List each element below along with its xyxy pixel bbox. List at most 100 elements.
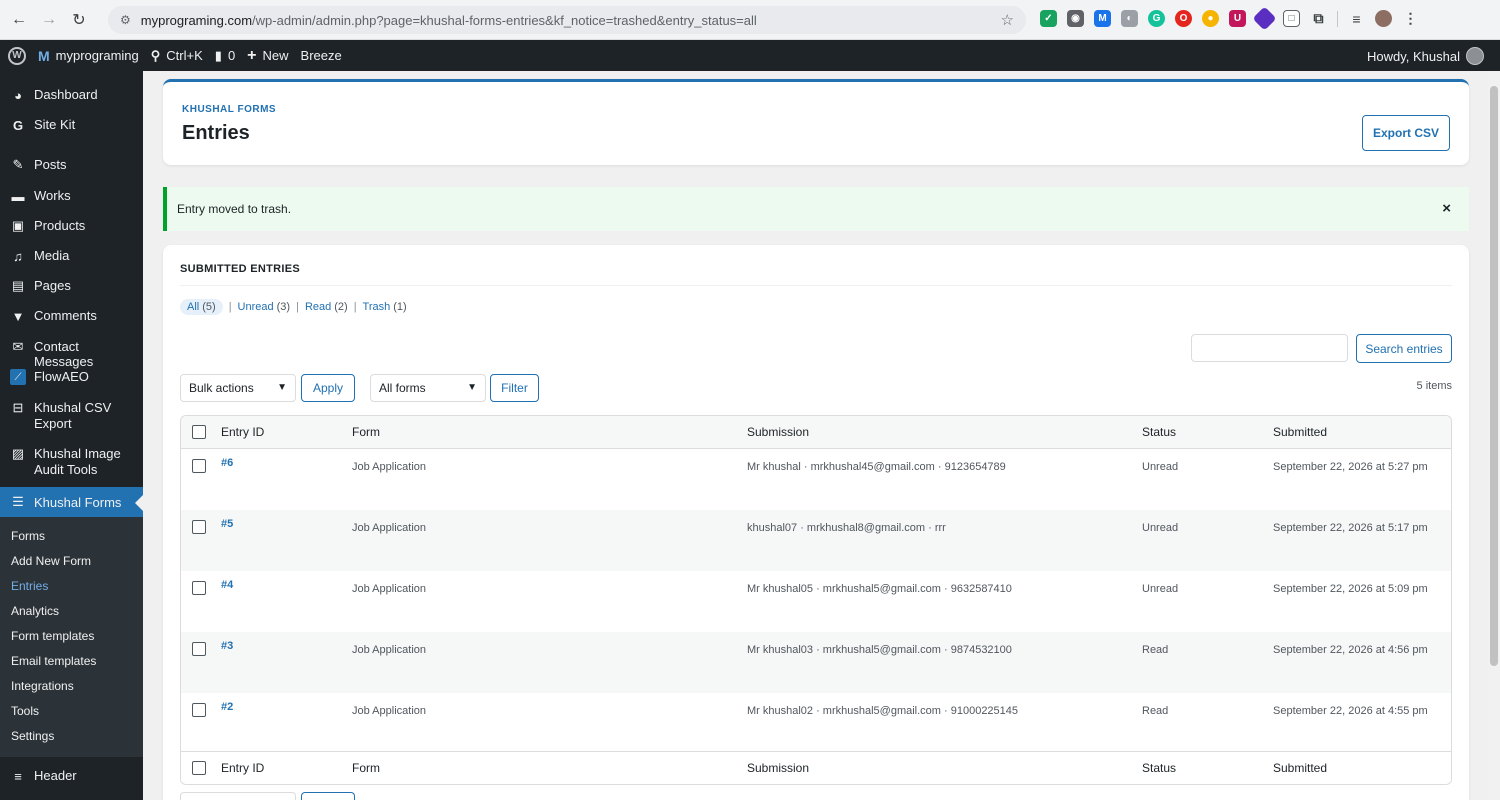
filter-all[interactable]: All (5) <box>180 299 223 315</box>
row-checkbox[interactable] <box>192 459 206 473</box>
close-icon[interactable]: × <box>1442 200 1451 217</box>
comments-link[interactable]: ▮ 0 <box>215 48 235 64</box>
filter-trash[interactable]: Trash (1) <box>363 301 407 313</box>
user-account-menu[interactable]: Howdy, Khushal <box>1367 47 1484 65</box>
sidebar-item-pages[interactable]: ▤ Pages <box>0 278 143 294</box>
submenu-analytics[interactable]: Analytics <box>0 604 59 618</box>
submenu-email-templates[interactable]: Email templates <box>0 654 96 668</box>
sidebar-item-contact-messages[interactable]: ✉ Contact Messages <box>0 339 143 369</box>
entry-id-link[interactable]: #5 <box>221 518 233 530</box>
filter-unread[interactable]: Unread (3) <box>238 301 291 313</box>
column-entry-id[interactable]: Entry ID <box>221 425 264 439</box>
column-submitted[interactable]: Submitted <box>1273 425 1327 439</box>
submenu-add-new-form[interactable]: Add New Form <box>0 554 91 568</box>
camera-extension-icon[interactable]: ◉ <box>1067 10 1084 27</box>
bookmark-star-icon[interactable]: ☆ <box>1001 11 1014 29</box>
grammarly-icon[interactable]: G <box>1148 10 1165 27</box>
sidebar-item-posts[interactable]: ✎ Posts <box>0 157 143 173</box>
profile-avatar[interactable] <box>1375 10 1392 27</box>
filter-all-label[interactable]: All <box>187 301 199 313</box>
site-name-link[interactable]: M myprograming <box>38 48 139 64</box>
submenu-tools[interactable]: Tools <box>0 704 39 718</box>
opera-icon[interactable]: O <box>1175 10 1192 27</box>
submenu-forms[interactable]: Forms <box>0 529 45 543</box>
entry-id-link[interactable]: #6 <box>221 457 233 469</box>
breeze-link[interactable]: Breeze <box>301 48 342 63</box>
sidebar-item-csv-export[interactable]: ⊟ Khushal CSV Export <box>0 400 143 432</box>
items-count: 5 items <box>1416 380 1452 392</box>
sidebar-item-works[interactable]: ▬ Works <box>0 188 143 204</box>
submenu-form-templates[interactable]: Form templates <box>0 629 94 643</box>
column-entry-id[interactable]: Entry ID <box>221 761 264 775</box>
menu-kebab-icon[interactable]: ⋮ <box>1402 10 1419 27</box>
extension-icon[interactable]: ● <box>1202 10 1219 27</box>
sidebar-item-site-kit[interactable]: G Site Kit <box>0 117 143 133</box>
select-all-checkbox[interactable] <box>192 425 206 439</box>
submenu-entries[interactable]: Entries <box>0 579 48 593</box>
bulk-actions-select[interactable]: Bulk actions ▼ <box>180 374 296 402</box>
entry-status: Unread <box>1142 461 1179 473</box>
sidebar-item-label: Products <box>34 218 86 233</box>
row-checkbox[interactable] <box>192 642 206 656</box>
search-entries-button[interactable]: Search entries <box>1356 334 1452 363</box>
scrollbar[interactable] <box>1488 71 1500 800</box>
entry-id-link[interactable]: #2 <box>221 701 233 713</box>
form-filter-select[interactable]: All forms ▼ <box>370 374 486 402</box>
separator: | <box>296 301 299 313</box>
row-checkbox[interactable] <box>192 520 206 534</box>
back-icon[interactable]: ← <box>8 9 30 31</box>
sidebar-item-header[interactable]: ≡ Header <box>0 768 143 784</box>
entry-id-link[interactable]: #4 <box>221 579 233 591</box>
sidebar-item-dashboard[interactable]: ◕ Dashboard <box>0 87 143 103</box>
filter-read[interactable]: Read (2) <box>305 301 348 313</box>
search-input[interactable] <box>1191 334 1348 362</box>
reload-icon[interactable]: ↻ <box>68 9 90 31</box>
mail-icon: ✉ <box>12 339 24 354</box>
entry-form: Job Application <box>352 461 426 473</box>
extension-icon[interactable]: ◐ <box>1121 10 1138 27</box>
filter-button[interactable]: Filter <box>490 374 539 402</box>
site-info-icon[interactable]: ⚙ <box>120 13 131 27</box>
reading-list-icon[interactable]: ≡ <box>1348 10 1365 27</box>
scrollbar-thumb[interactable] <box>1490 86 1498 666</box>
filter-trash-label[interactable]: Trash <box>363 301 391 313</box>
sidebar-item-image-audit[interactable]: ▨ Khushal Image Audit Tools <box>0 446 143 478</box>
submenu-integrations[interactable]: Integrations <box>0 679 74 693</box>
entry-submitted: September 22, 2026 at 5:17 pm <box>1273 522 1428 534</box>
shield-extension-icon[interactable]: U <box>1229 10 1246 27</box>
mail-extension-icon[interactable]: M <box>1094 10 1111 27</box>
apply-button-bottom[interactable] <box>301 792 355 800</box>
sidebar-item-label: Pages <box>34 278 71 293</box>
sidebar-item-media[interactable]: ♫ Media <box>0 248 143 264</box>
row-checkbox[interactable] <box>192 703 206 717</box>
sidebar-item-flowaeo[interactable]: ⟋ FlowAEO <box>0 369 143 385</box>
sidebar-item-label: Khushal Forms <box>34 494 122 510</box>
filter-read-label[interactable]: Read <box>305 301 331 313</box>
extension-icon[interactable]: □ <box>1283 10 1300 27</box>
forward-icon[interactable]: → <box>38 9 60 31</box>
entry-id-link[interactable]: #3 <box>221 640 233 652</box>
new-content-link[interactable]: + New <box>247 47 288 65</box>
select-all-checkbox[interactable] <box>192 761 206 775</box>
puzzle-icon[interactable]: ⧉ <box>1310 10 1327 27</box>
sidebar-item-products[interactable]: ▣ Products <box>0 218 143 234</box>
entry-submitted: September 22, 2026 at 5:27 pm <box>1273 461 1428 473</box>
entry-submission: Mr khushal · mrkhushal45@gmail.com · 912… <box>747 461 1006 473</box>
sidebar-item-khushal-forms[interactable]: ☰ Khushal Forms <box>0 487 143 517</box>
extension-icon[interactable]: ✓ <box>1040 10 1057 27</box>
export-csv-button[interactable]: Export CSV <box>1362 115 1450 151</box>
column-submitted[interactable]: Submitted <box>1273 761 1327 775</box>
diamond-extension-icon[interactable] <box>1252 6 1277 31</box>
entry-submission: Mr khushal03 · mrkhushal5@gmail.com · 98… <box>747 644 1012 656</box>
filter-unread-label[interactable]: Unread <box>238 301 274 313</box>
sidebar-item-comments[interactable]: ▼ Comments <box>0 308 143 324</box>
apply-button[interactable]: Apply <box>301 374 355 402</box>
entry-status: Unread <box>1142 522 1179 534</box>
address-bar[interactable]: ⚙ myprograming.com/wp-admin/admin.php?pa… <box>108 6 1026 34</box>
bulk-actions-select-bottom[interactable] <box>180 792 296 800</box>
search-shortcut[interactable]: ⚲ Ctrl+K <box>151 48 203 64</box>
section-title: SUBMITTED ENTRIES <box>180 263 300 275</box>
submenu-settings[interactable]: Settings <box>0 729 54 743</box>
row-checkbox[interactable] <box>192 581 206 595</box>
wordpress-logo-icon[interactable]: W <box>8 46 26 65</box>
